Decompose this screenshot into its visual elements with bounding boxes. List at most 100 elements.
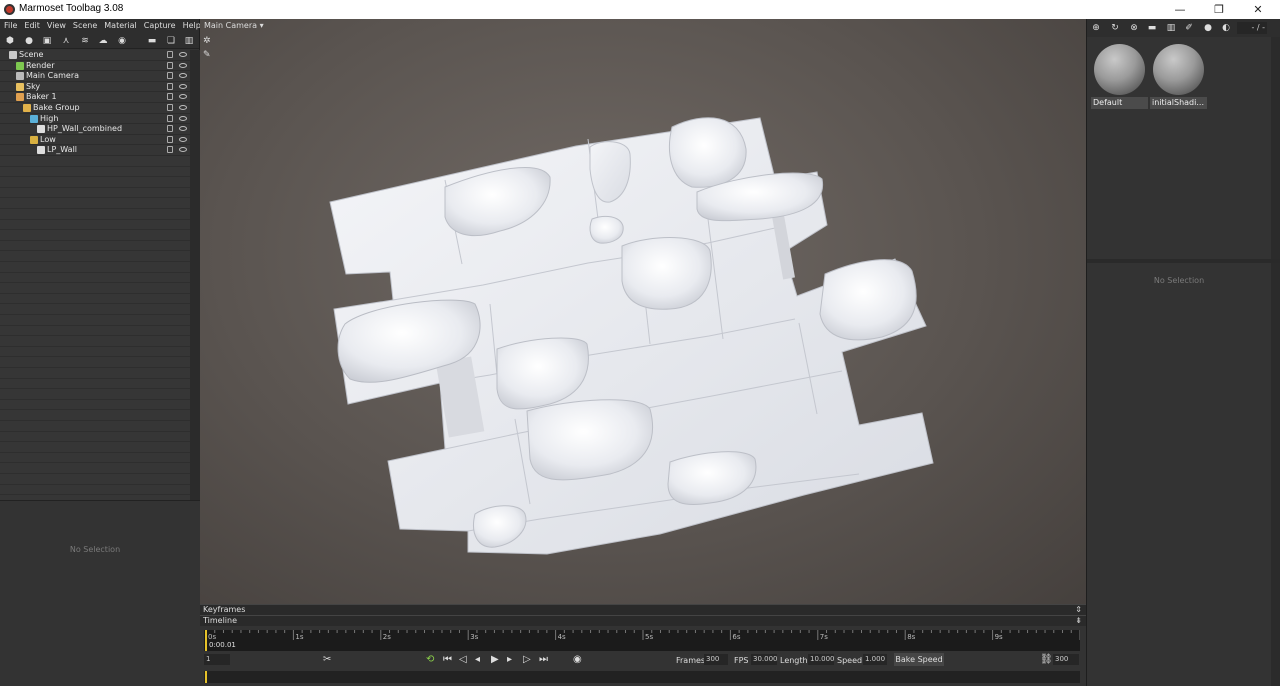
add-material-icon[interactable]: ⊕ — [1091, 23, 1101, 33]
length-field[interactable]: 10.000 — [808, 654, 835, 665]
play-icon[interactable]: ▶ — [491, 655, 499, 665]
step-forward-icon[interactable]: ▸ — [507, 655, 512, 665]
viewport-tool-icon[interactable]: ✎ — [203, 50, 213, 60]
lock-icon[interactable] — [167, 125, 173, 133]
menu-capture[interactable]: Capture — [144, 19, 176, 33]
viewport-settings-icon[interactable]: ✲ — [203, 36, 213, 46]
delete-material-icon[interactable]: ▥ — [1166, 23, 1176, 33]
lock-icon[interactable] — [167, 114, 173, 122]
visibility-eye-icon[interactable] — [179, 83, 187, 89]
visibility-eye-icon[interactable] — [179, 52, 187, 57]
lock-icon[interactable] — [167, 135, 173, 143]
scene-tree-item[interactable]: High — [0, 114, 190, 125]
material-list-scrollbar[interactable] — [1271, 37, 1280, 259]
prev-key-icon[interactable]: ◁ — [459, 655, 467, 665]
fps-field[interactable]: 30.000 — [751, 654, 778, 665]
bake-speed-button[interactable]: Bake Speed — [894, 653, 944, 666]
add-shadow-catcher-icon[interactable]: ⋏ — [61, 36, 71, 46]
timeline-header[interactable]: Timeline ⇟ — [200, 615, 1086, 626]
playhead[interactable] — [205, 671, 207, 683]
scene-tree-item[interactable]: Low — [0, 135, 190, 146]
material-library-icon[interactable]: ⊗ — [1129, 23, 1139, 33]
menu-scene[interactable]: Scene — [73, 19, 97, 33]
maximize-button[interactable]: ❐ — [1210, 2, 1228, 17]
material-props-scrollbar[interactable] — [1271, 263, 1280, 686]
scene-tree-scrollbar[interactable] — [190, 50, 200, 507]
loop-icon[interactable]: ⟲ — [426, 655, 434, 665]
new-folder-icon[interactable]: ▬ — [147, 36, 157, 46]
visibility-eye-icon[interactable] — [179, 105, 187, 110]
add-fog-icon[interactable]: ☁ — [98, 36, 108, 46]
open-folder-icon[interactable]: ▬ — [1147, 23, 1157, 33]
step-back-icon[interactable]: ◂ — [475, 655, 480, 665]
timeline-settings-icon[interactable]: ◉ — [573, 655, 582, 665]
panel-divider[interactable] — [1087, 259, 1280, 263]
menu-material[interactable]: Material — [104, 19, 137, 33]
scene-tree-label: HP_Wall_combined — [47, 124, 123, 134]
apply-material-icon[interactable]: ● — [1203, 23, 1213, 33]
lock-icon[interactable] — [167, 93, 173, 101]
add-mesh-icon[interactable]: ⬢ — [5, 36, 15, 46]
menu-file[interactable]: File — [4, 19, 17, 33]
current-frame-field[interactable]: 1 — [204, 654, 230, 665]
collapse-icon[interactable]: ⇟ — [1075, 616, 1082, 625]
visibility-eye-icon[interactable] — [179, 147, 187, 153]
visibility-eye-icon[interactable] — [179, 136, 187, 142]
material-name: initialShadi... — [1150, 97, 1207, 109]
material-zoom-field[interactable]: - / - — [1237, 22, 1267, 34]
scene-tree-item[interactable]: Sky — [0, 82, 190, 93]
camera-selector[interactable]: Main Camera ▾ — [204, 21, 264, 30]
empty-tree-row — [0, 410, 190, 421]
duplicate-icon[interactable]: ❏ — [166, 36, 176, 46]
lock-icon[interactable] — [167, 72, 173, 80]
3d-viewport[interactable]: Main Camera ▾ ✲ ✎ — [200, 19, 1086, 604]
frames-field[interactable]: 300 — [704, 654, 728, 665]
material-sphere-preview — [1094, 44, 1145, 95]
link-icon[interactable]: ⛓ — [1040, 655, 1053, 665]
minimize-button[interactable]: — — [1171, 2, 1189, 17]
keyframes-header[interactable]: Keyframes ⇕ — [200, 604, 1086, 615]
go-start-icon[interactable]: ⏮ — [443, 655, 452, 665]
delete-icon[interactable]: ▥ — [184, 36, 194, 46]
duplicate-material-icon[interactable]: ↻ — [1110, 23, 1120, 33]
visibility-eye-icon[interactable] — [179, 73, 187, 79]
next-key-icon[interactable]: ▷ — [523, 655, 531, 665]
material-thumb-initialshading[interactable]: initialShadi... — [1150, 41, 1207, 110]
scene-tree-item[interactable]: HP_Wall_combined — [0, 124, 190, 135]
material-settings-icon[interactable]: ◐ — [1221, 23, 1231, 33]
scene-tree-item[interactable]: Bake Group — [0, 103, 190, 114]
expand-icon[interactable]: ⇕ — [1075, 605, 1082, 614]
speed-field[interactable]: 1.000 — [863, 654, 887, 665]
scene-tree-item[interactable]: Render — [0, 61, 190, 72]
timeline-scrubber[interactable] — [204, 671, 1080, 683]
visibility-eye-icon[interactable] — [179, 115, 187, 121]
menu-help[interactable]: Help — [183, 19, 201, 33]
scene-tree-item[interactable]: LP_Wall — [0, 145, 190, 156]
menu-edit[interactable]: Edit — [24, 19, 40, 33]
material-panel: ⊕ ↻ ⊗ ▬ ▥ ✐ ● ◐ - / - Default initialSha… — [1086, 19, 1280, 686]
visibility-eye-icon[interactable] — [179, 94, 187, 100]
key-icon[interactable]: ✂ — [323, 655, 331, 665]
lock-icon[interactable] — [167, 51, 173, 58]
go-end-icon[interactable]: ⏭ — [539, 655, 548, 665]
eyedropper-icon[interactable]: ✐ — [1184, 23, 1194, 33]
visibility-eye-icon[interactable] — [179, 62, 187, 68]
add-turntable-icon[interactable]: ◉ — [117, 36, 127, 46]
scene-tree-item[interactable]: Main Camera — [0, 71, 190, 82]
add-light-icon[interactable]: ● — [24, 36, 34, 46]
scene-tree-item[interactable]: Scene — [0, 50, 190, 61]
add-camera-icon[interactable]: ▣ — [42, 36, 52, 46]
visibility-eye-icon[interactable] — [179, 126, 187, 132]
lock-icon[interactable] — [167, 146, 173, 154]
scene-tree: Scene Render Main Camera Sky Baker 1 Bake Gro… — [0, 50, 190, 507]
scene-tree-item[interactable]: Baker 1 — [0, 92, 190, 103]
material-thumb-default[interactable]: Default — [1091, 41, 1148, 110]
end-frame-field[interactable]: 300 — [1053, 654, 1079, 665]
menu-view[interactable]: View — [47, 19, 66, 33]
lock-icon[interactable] — [167, 61, 173, 69]
add-baker-icon[interactable]: ≋ — [80, 36, 90, 46]
timeline-ruler[interactable]: 0s 1s 2s 3s 4s 5s 6s 7s 8s 9s 0:00.01 — [204, 630, 1080, 651]
lock-icon[interactable] — [167, 82, 173, 90]
close-button[interactable]: ✕ — [1249, 2, 1267, 17]
lock-icon[interactable] — [167, 104, 173, 111]
